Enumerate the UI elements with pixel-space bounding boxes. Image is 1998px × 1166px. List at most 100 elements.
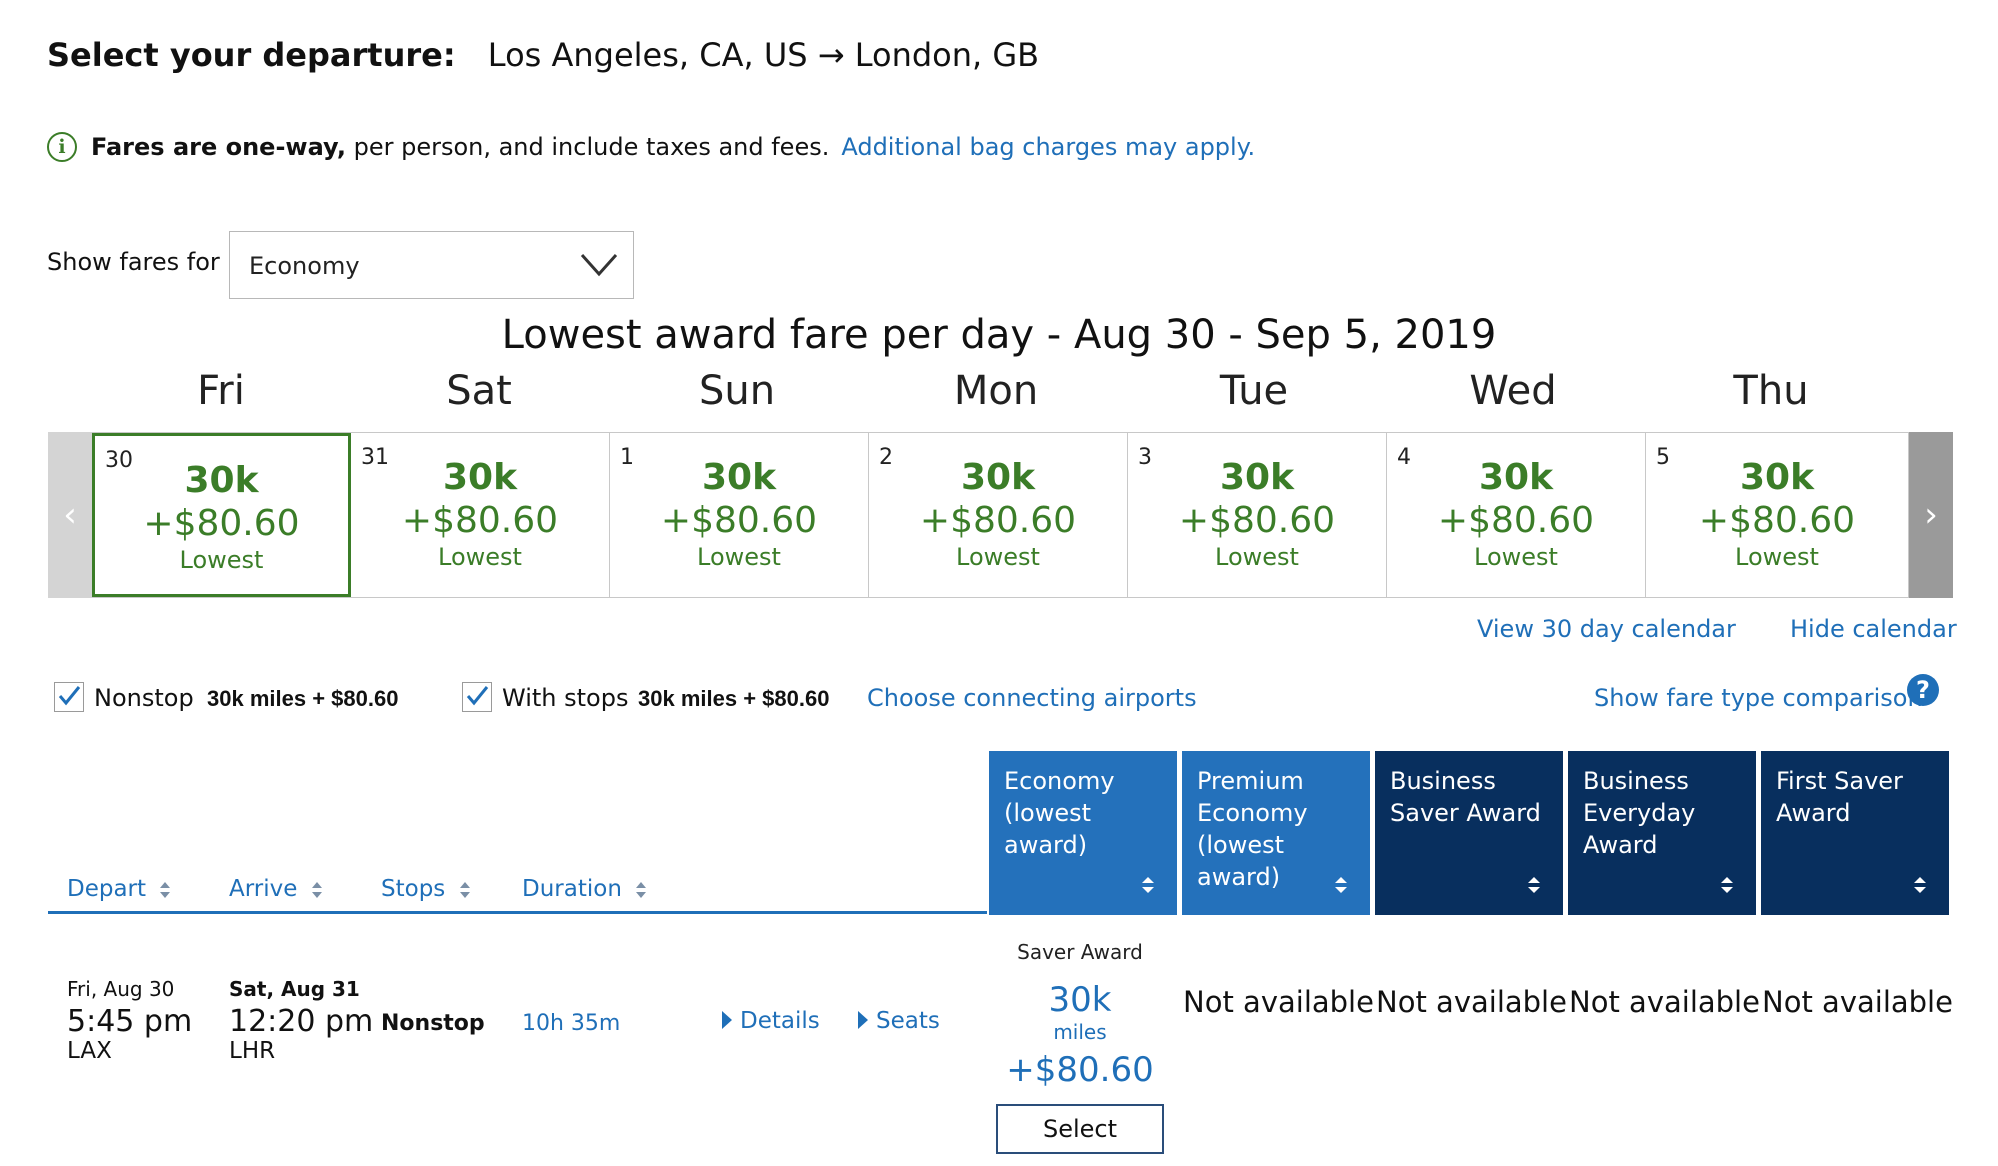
- sort-icon: [1721, 877, 1733, 893]
- day-miles: 30k: [960, 457, 1036, 498]
- fare-type-label: Saver Award: [1017, 940, 1143, 964]
- sort-icon: [459, 881, 470, 898]
- calendar-next-button[interactable]: ›: [1909, 432, 1953, 598]
- chevron-down-icon: [580, 253, 618, 277]
- fare-column-label: First Saver: [1776, 767, 1903, 795]
- day-fee: +$80.60: [401, 500, 559, 541]
- fare-info-text: per person, and include taxes and fees.: [345, 133, 830, 161]
- fare-column-label: award): [1197, 863, 1281, 891]
- fare-column-label: Premium: [1197, 767, 1304, 795]
- day-lowest-tag: Lowest: [438, 543, 522, 571]
- calendar-day[interactable]: 30 30k +$80.60 Lowest: [92, 433, 351, 597]
- column-label: Duration: [522, 876, 622, 902]
- nonstop-price: 30k miles + $80.60: [207, 686, 399, 711]
- day-lowest-tag: Lowest: [1474, 543, 1558, 571]
- select-fare-button[interactable]: Select: [996, 1104, 1164, 1154]
- departure-label: Select your departure:: [47, 36, 456, 74]
- fare-info: i Fares are one-way, per person, and inc…: [47, 132, 1255, 162]
- choose-connecting-airports-link[interactable]: Choose connecting airports: [867, 684, 1197, 712]
- day-lowest-tag: Lowest: [956, 543, 1040, 571]
- fare-column-first-saver[interactable]: First Saver Award: [1761, 751, 1949, 915]
- fare-column-business-everyday[interactable]: Business Everyday Award: [1568, 751, 1756, 915]
- sort-icon: [1335, 877, 1347, 893]
- fare-column-label: Everyday: [1583, 799, 1696, 827]
- dow-label: Tue: [1219, 368, 1289, 414]
- sort-icon: [636, 881, 647, 898]
- day-lowest-tag: Lowest: [179, 546, 264, 574]
- dow-label: Wed: [1469, 368, 1557, 414]
- stops-value: Nonstop: [381, 1011, 485, 1036]
- arrive-time: 12:20 pm: [229, 1004, 374, 1039]
- calendar-day[interactable]: 1 30k +$80.60 Lowest: [610, 433, 869, 597]
- fare-column-economy[interactable]: Economy (lowest award): [989, 751, 1177, 915]
- sort-depart[interactable]: Depart: [67, 876, 171, 902]
- fare-miles-unit: miles: [1053, 1020, 1107, 1044]
- cabin-select-value: Economy: [249, 252, 360, 280]
- fare-column-label: Economy: [1004, 767, 1115, 795]
- seats-link[interactable]: Seats: [858, 1008, 940, 1034]
- dow-label: Mon: [953, 368, 1039, 414]
- calendar-day[interactable]: 5 30k +$80.60 Lowest: [1646, 433, 1909, 597]
- calendar-title: Lowest award fare per day - Aug 30 - Sep…: [501, 312, 1497, 358]
- calendar-day[interactable]: 2 30k +$80.60 Lowest: [869, 433, 1128, 597]
- header-rule: [48, 911, 987, 914]
- fare-not-available: Not available: [1569, 985, 1760, 1019]
- day-miles: 30k: [1478, 457, 1554, 498]
- hide-calendar-link[interactable]: Hide calendar: [1790, 615, 1957, 643]
- calendar-day[interactable]: 31 30k +$80.60 Lowest: [351, 433, 610, 597]
- day-fee: +$80.60: [919, 500, 1077, 541]
- depart-airport: LAX: [67, 1038, 112, 1064]
- page-title: Select your departure: Los Angeles, CA, …: [47, 36, 1039, 74]
- day-lowest-tag: Lowest: [697, 543, 781, 571]
- sort-duration[interactable]: Duration: [522, 876, 647, 902]
- show-fares-label: Show fares for: [47, 248, 220, 276]
- day-lowest-tag: Lowest: [1735, 543, 1819, 571]
- day-fee: +$80.60: [1178, 500, 1336, 541]
- fare-column-business-saver[interactable]: Business Saver Award: [1375, 751, 1563, 915]
- bag-charges-link[interactable]: Additional bag charges may apply.: [841, 133, 1255, 161]
- cabin-select[interactable]: Economy: [229, 231, 634, 299]
- depart-time: 5:45 pm: [67, 1004, 193, 1039]
- details-label: Details: [740, 1008, 820, 1034]
- day-fee: +$80.60: [1698, 500, 1856, 541]
- day-miles: 30k: [1739, 457, 1815, 498]
- sort-arrive[interactable]: Arrive: [229, 876, 323, 902]
- sort-icon: [1142, 877, 1154, 893]
- fare-column-label: Business: [1390, 767, 1496, 795]
- view-30-day-calendar-link[interactable]: View 30 day calendar: [1477, 615, 1736, 643]
- checkmark-icon: [58, 686, 81, 706]
- fare-column-label: Award: [1583, 831, 1658, 859]
- caret-right-icon: [722, 1011, 732, 1029]
- sort-icon: [311, 881, 322, 898]
- show-fare-comparison-link[interactable]: Show fare type comparison: [1594, 684, 1923, 712]
- nonstop-checkbox[interactable]: [54, 682, 84, 712]
- day-fee: +$80.60: [1437, 500, 1595, 541]
- fare-column-label: award): [1004, 831, 1088, 859]
- seats-label: Seats: [876, 1008, 940, 1034]
- arrive-date: Sat, Aug 31: [229, 977, 360, 1001]
- calendar-prev-button[interactable]: ‹: [48, 432, 92, 598]
- sort-stops[interactable]: Stops: [381, 876, 471, 902]
- day-miles: 30k: [1219, 457, 1295, 498]
- day-miles: 30k: [701, 457, 777, 498]
- nonstop-label: Nonstop: [94, 684, 194, 712]
- day-fee: +$80.60: [143, 503, 300, 544]
- dow-label: Sat: [446, 368, 512, 414]
- duration-value: 10h 35m: [522, 1011, 621, 1036]
- with-stops-price: 30k miles + $80.60: [638, 686, 830, 711]
- chevron-left-icon: ‹: [63, 495, 77, 535]
- sort-icon: [1528, 877, 1540, 893]
- fare-column-label: (lowest: [1004, 799, 1092, 827]
- fare-column-label: Saver Award: [1390, 799, 1541, 827]
- day-miles: 30k: [184, 460, 259, 501]
- fare-column-premium-economy[interactable]: Premium Economy (lowest award): [1182, 751, 1370, 915]
- with-stops-checkbox[interactable]: [462, 682, 492, 712]
- calendar-day[interactable]: 3 30k +$80.60 Lowest: [1128, 433, 1387, 597]
- fare-fee: +$80.60: [1006, 1050, 1154, 1090]
- calendar-day[interactable]: 4 30k +$80.60 Lowest: [1387, 433, 1646, 597]
- help-icon[interactable]: ?: [1907, 674, 1939, 706]
- sort-icon: [160, 881, 171, 898]
- details-link[interactable]: Details: [722, 1008, 820, 1034]
- column-label: Arrive: [229, 876, 298, 902]
- info-icon: i: [47, 132, 77, 162]
